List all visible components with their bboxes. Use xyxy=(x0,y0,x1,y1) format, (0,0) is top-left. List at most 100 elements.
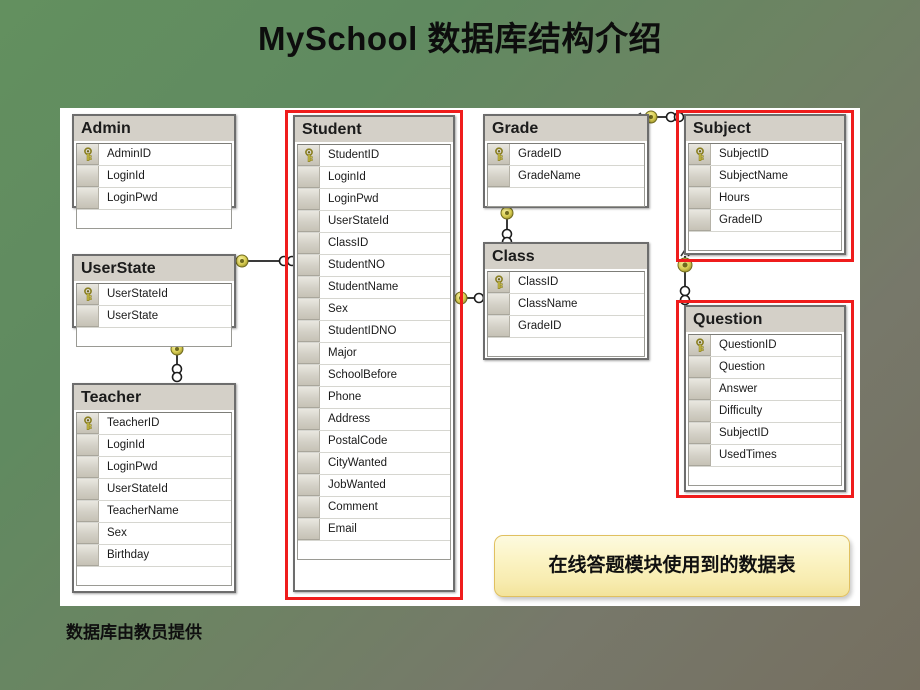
table-row[interactable]: ClassID xyxy=(488,272,644,294)
db-table-class[interactable]: Class ClassID ClassName GradeID xyxy=(483,242,649,360)
db-table-userstate[interactable]: UserState UserStateId UserState xyxy=(72,254,236,347)
table-header-admin: Admin xyxy=(74,116,234,142)
field-name: UserState xyxy=(107,310,159,322)
page-title: MySchool 数据库结构介绍 xyxy=(257,20,663,57)
table-empty-row xyxy=(488,338,644,356)
table-row[interactable]: Difficulty xyxy=(689,401,841,423)
table-row[interactable]: JobWanted xyxy=(298,475,450,497)
table-row[interactable]: Sex xyxy=(77,523,231,545)
table-row[interactable]: Email xyxy=(298,519,450,541)
table-row[interactable]: Major xyxy=(298,343,450,365)
row-gutter xyxy=(77,188,99,209)
row-gutter xyxy=(488,188,510,206)
row-gutter xyxy=(488,338,510,356)
primary-key-icon xyxy=(305,148,313,162)
row-key-gutter xyxy=(77,413,99,434)
row-key-gutter xyxy=(298,145,320,166)
row-gutter xyxy=(689,232,711,250)
field-name: AdminID xyxy=(107,148,152,160)
field-name: LoginId xyxy=(107,439,145,451)
table-empty-row xyxy=(77,567,231,585)
table-row[interactable]: TeacherID xyxy=(77,413,231,435)
table-row[interactable]: Sex xyxy=(298,299,450,321)
table-row[interactable]: GradeID xyxy=(689,210,841,232)
field-name xyxy=(99,328,231,346)
db-table-admin[interactable]: Admin AdminID LoginId LoginPwd xyxy=(72,114,236,229)
table-row[interactable]: SubjectID xyxy=(689,423,841,445)
field-name: ClassID xyxy=(328,237,369,249)
db-table-question[interactable]: Question QuestionID Question Answer Difficul… xyxy=(684,305,846,492)
row-gutter xyxy=(77,523,99,544)
table-row[interactable]: StudentName xyxy=(298,277,450,299)
row-gutter xyxy=(298,431,320,452)
row-gutter xyxy=(689,379,711,400)
table-row[interactable]: QuestionID xyxy=(689,335,841,357)
table-row[interactable]: LoginId xyxy=(298,167,450,189)
db-table-student[interactable]: Student StudentID LoginId LoginPwd UserState… xyxy=(293,115,455,592)
db-table-grade[interactable]: Grade GradeID GradeName xyxy=(483,114,649,208)
table-row[interactable]: AdminID xyxy=(77,144,231,166)
table-row[interactable]: UserState xyxy=(77,306,231,328)
table-row[interactable]: LoginPwd xyxy=(298,189,450,211)
table-row[interactable]: LoginId xyxy=(77,166,231,188)
table-row[interactable]: TeacherName xyxy=(77,501,231,523)
table-row[interactable]: LoginPwd xyxy=(77,188,231,210)
table-row[interactable]: ClassName xyxy=(488,294,644,316)
table-row[interactable]: UserStateId xyxy=(77,479,231,501)
table-empty-row xyxy=(77,328,231,346)
row-gutter xyxy=(298,277,320,298)
table-row[interactable]: Phone xyxy=(298,387,450,409)
field-name: LoginId xyxy=(328,171,366,183)
row-gutter xyxy=(298,387,320,408)
field-name: PostalCode xyxy=(328,435,388,447)
field-name xyxy=(711,232,841,250)
row-gutter xyxy=(488,294,510,315)
table-row[interactable]: StudentID xyxy=(298,145,450,167)
table-row[interactable]: GradeName xyxy=(488,166,644,188)
table-row[interactable]: Answer xyxy=(689,379,841,401)
field-name: Sex xyxy=(107,527,127,539)
table-row[interactable]: Question xyxy=(689,357,841,379)
db-table-subject[interactable]: Subject SubjectID SubjectName Hours GradeID xyxy=(684,114,846,255)
row-gutter xyxy=(298,453,320,474)
table-row[interactable]: Birthday xyxy=(77,545,231,567)
field-name: ClassName xyxy=(518,298,578,310)
table-row[interactable]: SubjectName xyxy=(689,166,841,188)
table-row[interactable]: UserStateId xyxy=(77,284,231,306)
table-row[interactable]: UsedTimes xyxy=(689,445,841,467)
table-row[interactable]: Hours xyxy=(689,188,841,210)
table-row[interactable]: StudentIDNO xyxy=(298,321,450,343)
table-header-question: Question xyxy=(686,307,844,333)
field-name: Birthday xyxy=(107,549,150,561)
row-key-gutter xyxy=(689,335,711,356)
row-gutter xyxy=(298,343,320,364)
table-row[interactable]: LoginId xyxy=(77,435,231,457)
table-row[interactable]: Comment xyxy=(298,497,450,519)
field-name: LoginId xyxy=(107,170,145,182)
table-row[interactable]: CityWanted xyxy=(298,453,450,475)
table-header-subject: Subject xyxy=(686,116,844,142)
row-gutter xyxy=(77,479,99,500)
row-gutter xyxy=(298,299,320,320)
table-row[interactable]: ClassID xyxy=(298,233,450,255)
db-table-teacher[interactable]: Teacher TeacherID LoginId LoginPwd UserState… xyxy=(72,383,236,593)
table-row[interactable]: GradeID xyxy=(488,316,644,338)
table-row[interactable]: SubjectID xyxy=(689,144,841,166)
table-row[interactable]: GradeID xyxy=(488,144,644,166)
row-key-gutter xyxy=(77,284,99,305)
table-header-userstate: UserState xyxy=(74,256,234,282)
primary-key-icon xyxy=(696,147,704,161)
table-row[interactable]: SchoolBefore xyxy=(298,365,450,387)
row-gutter xyxy=(298,541,320,559)
field-name: GradeName xyxy=(518,170,581,182)
table-row[interactable]: LoginPwd xyxy=(77,457,231,479)
table-row[interactable]: UserStateId xyxy=(298,211,450,233)
field-name: GradeID xyxy=(518,148,562,160)
field-name: TeacherName xyxy=(107,505,179,517)
table-header-student: Student xyxy=(295,117,453,143)
row-gutter xyxy=(77,501,99,522)
table-row[interactable]: StudentNO xyxy=(298,255,450,277)
table-row[interactable]: Address xyxy=(298,409,450,431)
table-row[interactable]: PostalCode xyxy=(298,431,450,453)
row-key-gutter xyxy=(488,272,510,293)
